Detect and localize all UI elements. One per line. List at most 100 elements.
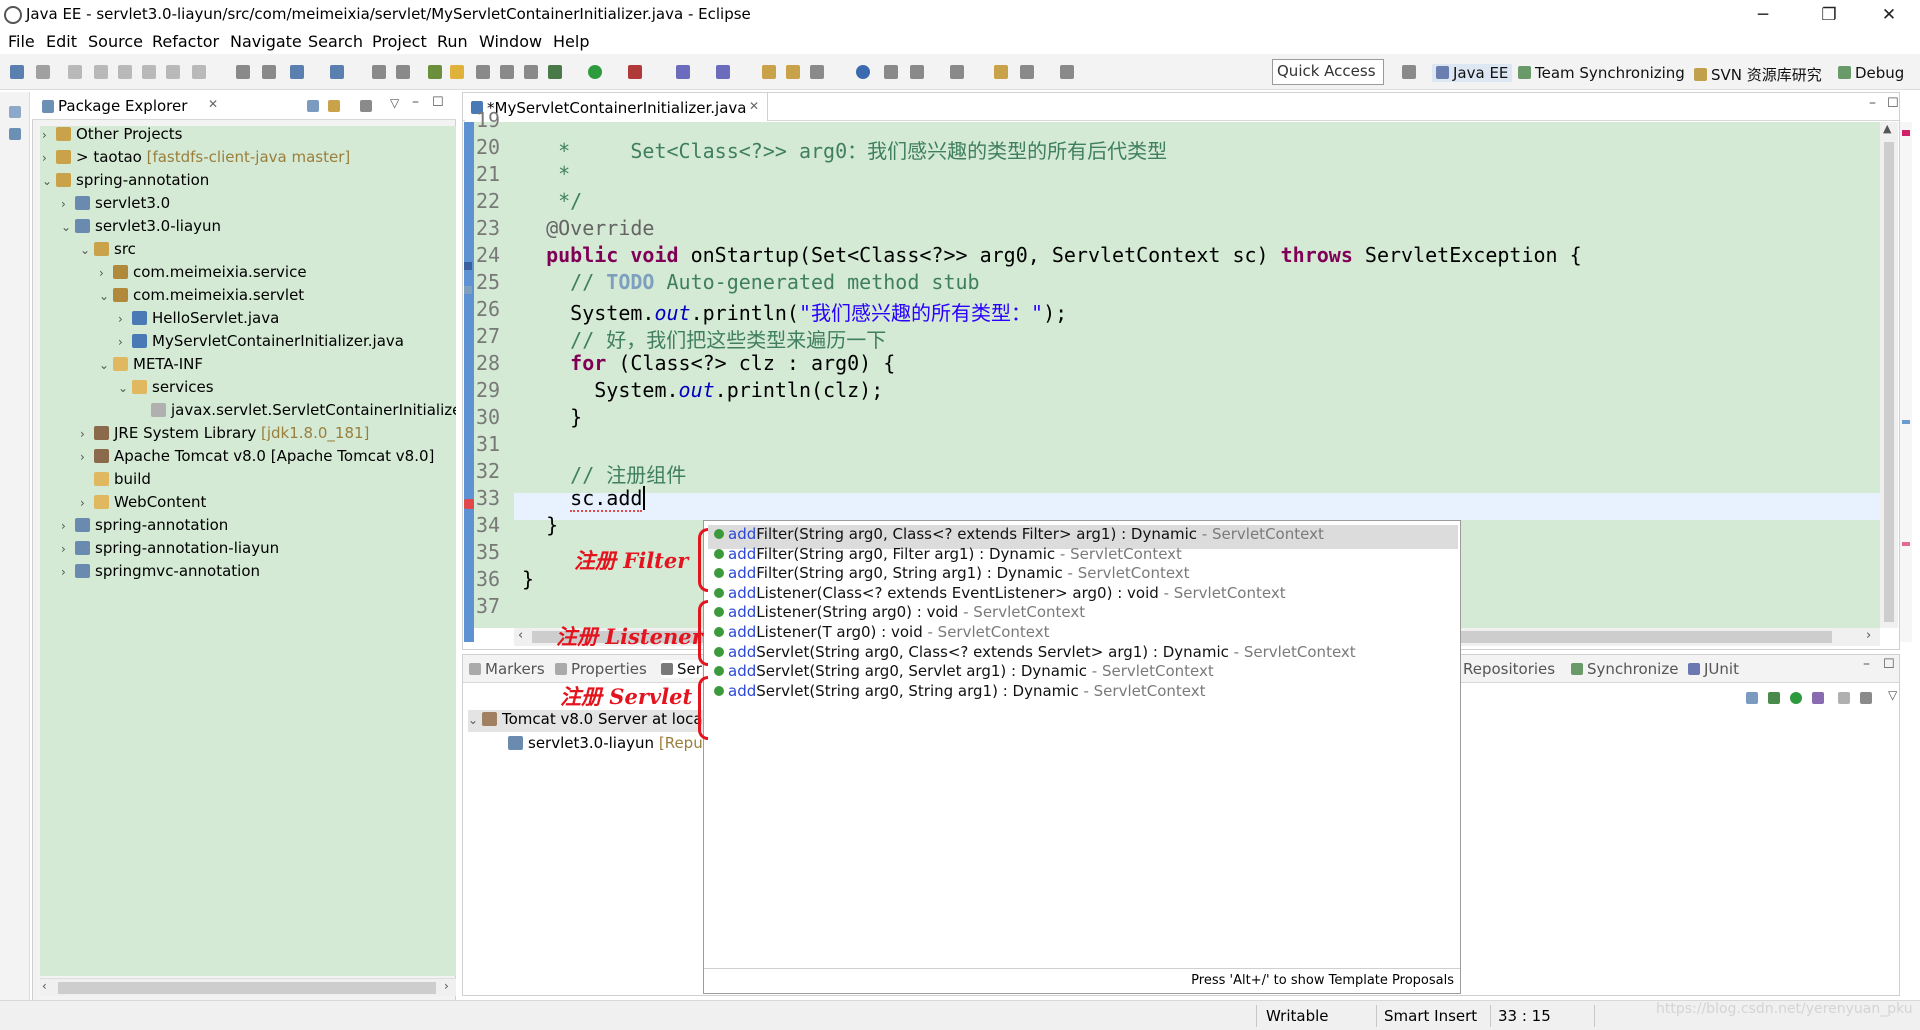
scroll-right-icon[interactable]: ›: [444, 979, 449, 993]
tree-item[interactable]: › MyServletContainerInitializer.java: [118, 332, 404, 354]
suspend-icon[interactable]: [94, 65, 108, 79]
close-icon[interactable]: ✕: [749, 99, 759, 113]
menu-help[interactable]: Help: [553, 32, 589, 51]
highlight-icon[interactable]: [450, 65, 464, 79]
tree-item[interactable]: › > taotao [fastdfs-client-java master]: [42, 148, 350, 170]
tab-servers[interactable]: Ser: [661, 660, 702, 678]
tree-item[interactable]: › spring-annotation-liayun: [61, 539, 279, 561]
pin-icon[interactable]: [428, 65, 442, 79]
chevron-right-icon[interactable]: ›: [80, 450, 94, 464]
open-perspective-icon[interactable]: [1402, 65, 1416, 79]
step-icon[interactable]: [68, 65, 82, 79]
chevron-right-icon[interactable]: ›: [80, 496, 94, 510]
chevron-right-icon[interactable]: ›: [80, 427, 94, 441]
tree-item[interactable]: ⌄ META-INF: [99, 355, 203, 377]
task-overview-icon[interactable]: [1902, 420, 1910, 424]
new-server-icon[interactable]: [676, 65, 690, 79]
quick-access-input[interactable]: Quick Access: [1272, 59, 1384, 85]
tree-item-module[interactable]: servlet3.0-liayun [Repub: [508, 734, 712, 756]
perspective-java-ee[interactable]: Java EE: [1432, 64, 1513, 82]
chevron-right-icon[interactable]: ›: [61, 565, 75, 579]
external-tools-icon[interactable]: [628, 65, 642, 79]
web-browser-icon[interactable]: [856, 65, 870, 79]
next-annotation-icon[interactable]: [910, 65, 924, 79]
back-icon[interactable]: [1020, 65, 1034, 79]
search-icon[interactable]: [810, 65, 824, 79]
tree-item[interactable]: ⌄ spring-annotation: [42, 171, 209, 193]
collapse-icon[interactable]: [1746, 692, 1758, 704]
tab-properties[interactable]: Properties: [555, 660, 647, 678]
tree-item[interactable]: ⌄ com.meimeixia.servlet: [99, 286, 304, 308]
link-editor-icon[interactable]: [328, 100, 340, 112]
tree-item[interactable]: ⌄ servlet3.0-liayun: [61, 217, 221, 239]
scroll-left-icon[interactable]: ‹: [518, 628, 523, 643]
scroll-up-icon[interactable]: ▲: [1883, 122, 1891, 135]
editor-vscrollbar[interactable]: ▲: [1880, 122, 1898, 628]
minimize-view-icon[interactable]: –: [412, 94, 419, 110]
tree-item[interactable]: javax.servlet.ServletContainerInitialize…: [137, 401, 456, 423]
chevron-down-icon[interactable]: ⌄: [118, 381, 132, 395]
maximize-view-icon[interactable]: ☐: [432, 95, 444, 110]
block-select-icon[interactable]: [500, 65, 514, 79]
scroll-left-icon[interactable]: ‹: [42, 979, 47, 993]
publish-icon[interactable]: [1860, 692, 1872, 704]
tree-item[interactable]: › WebContent: [80, 493, 206, 515]
chevron-right-icon[interactable]: ›: [118, 335, 132, 349]
chevron-down-icon[interactable]: ⌄: [42, 174, 56, 188]
scroll-thumb[interactable]: [1884, 142, 1894, 622]
debug-icon[interactable]: [548, 65, 562, 79]
tree-item[interactable]: ⌄ src: [80, 240, 136, 262]
outline-icon[interactable]: [9, 128, 21, 140]
tree-item[interactable]: › Apache Tomcat v8.0 [Apache Tomcat v8.0]: [80, 447, 434, 469]
focus-task-icon[interactable]: [360, 100, 372, 112]
minimize-button[interactable]: ─: [1740, 2, 1786, 28]
save-all-icon[interactable]: [396, 65, 410, 79]
tree-item[interactable]: ⌄ services: [118, 378, 214, 400]
menu-window[interactable]: Window: [479, 32, 542, 51]
tree-item[interactable]: › HelloServlet.java: [118, 309, 279, 331]
step-return-icon[interactable]: [192, 65, 206, 79]
menu-run[interactable]: Run: [437, 32, 468, 51]
last-edit-icon[interactable]: [994, 65, 1008, 79]
step-into-icon[interactable]: [142, 65, 156, 79]
run-icon[interactable]: [588, 65, 602, 79]
new-icon[interactable]: [10, 65, 24, 79]
tree-item[interactable]: build: [80, 470, 151, 492]
close-icon[interactable]: ✕: [208, 97, 218, 111]
minimize-editor-icon[interactable]: –: [1869, 95, 1876, 111]
format-icon[interactable]: [524, 65, 538, 79]
maximize-editor-icon[interactable]: ☐: [1887, 96, 1899, 111]
menu-edit[interactable]: Edit: [46, 32, 77, 51]
menu-project[interactable]: Project: [372, 32, 427, 51]
chevron-right-icon[interactable]: ›: [42, 151, 56, 165]
chevron-right-icon[interactable]: ›: [61, 542, 75, 556]
new-java-icon[interactable]: [330, 65, 344, 79]
perspective-team-sync[interactable]: Team Synchronizing: [1518, 64, 1685, 82]
tree-item[interactable]: › servlet3.0: [61, 194, 170, 216]
overview-ruler[interactable]: [1900, 122, 1912, 642]
chevron-down-icon[interactable]: ⌄: [61, 220, 75, 234]
scroll-right-icon[interactable]: ›: [1866, 628, 1871, 643]
error-overview-icon[interactable]: [1902, 542, 1910, 546]
view-menu-icon[interactable]: ▽: [390, 96, 399, 110]
menu-search[interactable]: Search: [308, 32, 363, 51]
minimize-panel-icon[interactable]: –: [1863, 656, 1870, 672]
tab-markers[interactable]: Markers: [469, 660, 545, 678]
menu-navigate[interactable]: Navigate: [230, 32, 302, 51]
tree-item[interactable]: › com.meimeixia.service: [99, 263, 307, 285]
tree-item-server[interactable]: ⌄ Tomcat v8.0 Server at loca: [468, 710, 709, 732]
package-explorer-hscrollbar[interactable]: ‹ ›: [40, 978, 456, 996]
servers-icon[interactable]: [262, 65, 276, 79]
chevron-down-icon[interactable]: ⌄: [99, 289, 113, 303]
error-overview-icon[interactable]: [1902, 130, 1910, 136]
save-icon[interactable]: [372, 65, 386, 79]
show-whitespace-icon[interactable]: [476, 65, 490, 79]
chevron-down-icon[interactable]: ⌄: [468, 713, 482, 727]
menu-source[interactable]: Source: [88, 32, 143, 51]
chevron-right-icon[interactable]: ›: [61, 197, 75, 211]
disconnect-icon[interactable]: [36, 65, 50, 79]
prev-annotation-icon[interactable]: [950, 65, 964, 79]
profile-server-icon[interactable]: [1812, 692, 1824, 704]
chevron-right-icon[interactable]: ›: [42, 128, 56, 142]
tab-repositories[interactable]: Repositories: [1463, 660, 1555, 678]
